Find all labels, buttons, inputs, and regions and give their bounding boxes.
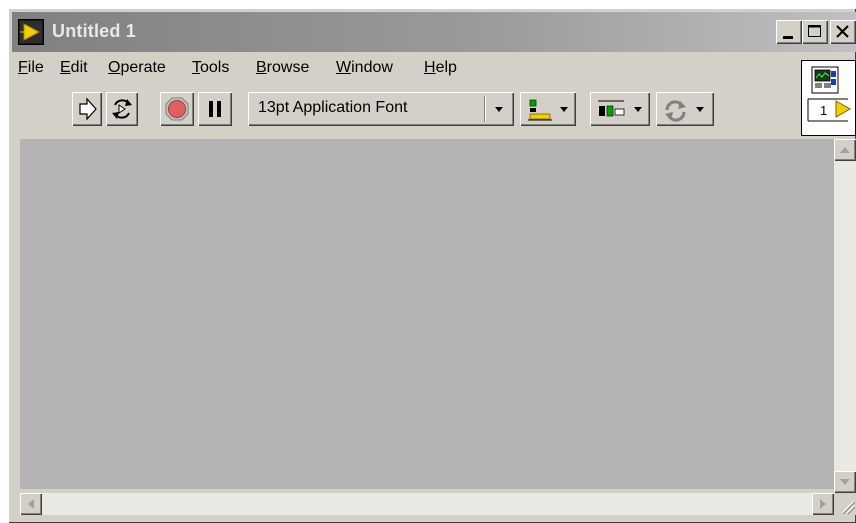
run-continuously-button[interactable] bbox=[106, 92, 138, 126]
menu-operate-accel: O bbox=[108, 59, 121, 76]
menu-help[interactable]: Help bbox=[424, 59, 457, 77]
maximize-button[interactable] bbox=[802, 20, 828, 44]
minimize-button[interactable] bbox=[776, 20, 802, 44]
menu-window-accel: W bbox=[336, 59, 352, 76]
distribute-objects-button[interactable] bbox=[590, 92, 650, 126]
menu-operate-rest: perate bbox=[120, 59, 166, 76]
connector-pane[interactable]: 1 bbox=[801, 60, 856, 136]
menu-window[interactable]: Window bbox=[336, 59, 393, 77]
vertical-scrollbar[interactable] bbox=[834, 139, 856, 493]
run-continuously-icon bbox=[112, 99, 132, 119]
menu-file[interactable]: File bbox=[18, 59, 44, 77]
menu-edit-rest: dit bbox=[70, 59, 88, 76]
title-bar[interactable]: Untitled 1 bbox=[12, 12, 856, 52]
horizontal-scrollbar[interactable] bbox=[20, 493, 834, 515]
arrow-down-icon bbox=[840, 479, 850, 485]
menu-edit-accel: E bbox=[60, 59, 71, 76]
scroll-down-button[interactable] bbox=[834, 471, 856, 493]
menu-file-accel: F bbox=[18, 59, 28, 76]
pause-icon bbox=[209, 101, 221, 117]
menu-help-rest: elp bbox=[435, 59, 457, 76]
menu-browse-accel: B bbox=[256, 59, 267, 76]
run-button[interactable] bbox=[72, 92, 102, 126]
arrow-right-icon bbox=[820, 499, 826, 509]
distribute-objects-icon bbox=[598, 100, 642, 117]
menu-file-rest: ile bbox=[27, 59, 44, 76]
scroll-left-button[interactable] bbox=[20, 493, 42, 515]
menu-tools-rest: ools bbox=[200, 59, 230, 76]
connector-terminal-number: 1 bbox=[820, 103, 828, 118]
window-title: Untitled 1 bbox=[52, 21, 137, 41]
front-panel-canvas[interactable] bbox=[20, 139, 834, 489]
resize-grip[interactable] bbox=[834, 493, 856, 515]
reorder-button[interactable] bbox=[656, 92, 714, 126]
menu-browse[interactable]: Browse bbox=[256, 59, 309, 77]
labview-vi-icon bbox=[18, 19, 44, 45]
resize-grip-icon bbox=[841, 500, 856, 515]
reorder-icon bbox=[665, 100, 704, 122]
menu-browse-rest: rowse bbox=[266, 59, 310, 76]
scroll-up-button[interactable] bbox=[834, 139, 856, 161]
maximize-icon bbox=[808, 25, 821, 37]
align-objects-button[interactable] bbox=[520, 92, 576, 126]
chevron-down-icon bbox=[495, 107, 503, 112]
menu-window-rest: indow bbox=[351, 59, 393, 76]
menu-tools[interactable]: Tools bbox=[192, 59, 229, 77]
arrow-up-icon bbox=[840, 147, 850, 153]
menu-help-accel: H bbox=[424, 59, 436, 76]
close-icon bbox=[836, 25, 849, 38]
scroll-right-button[interactable] bbox=[812, 493, 834, 515]
minimize-icon bbox=[783, 36, 793, 39]
menu-tools-accel: T bbox=[192, 59, 200, 76]
font-selector-value: 13pt Application Font bbox=[258, 99, 408, 116]
menu-bar: File Edit Operate Tools Browse Window He… bbox=[12, 56, 792, 80]
run-arrow-icon bbox=[79, 97, 97, 121]
vi-window: Untitled 1 File Edit Operate Tools Brows… bbox=[8, 8, 856, 523]
font-selector[interactable]: 13pt Application Font bbox=[248, 92, 514, 126]
vi-icon bbox=[807, 66, 852, 122]
close-button[interactable] bbox=[830, 20, 856, 44]
abort-button[interactable] bbox=[160, 92, 194, 126]
align-objects-icon bbox=[528, 99, 568, 121]
pause-button[interactable] bbox=[198, 92, 232, 126]
arrow-left-icon bbox=[28, 499, 34, 509]
abort-stop-icon bbox=[165, 97, 189, 121]
menu-operate[interactable]: Operate bbox=[108, 59, 166, 77]
font-selector-divider bbox=[484, 96, 485, 122]
menu-edit[interactable]: Edit bbox=[60, 59, 88, 77]
